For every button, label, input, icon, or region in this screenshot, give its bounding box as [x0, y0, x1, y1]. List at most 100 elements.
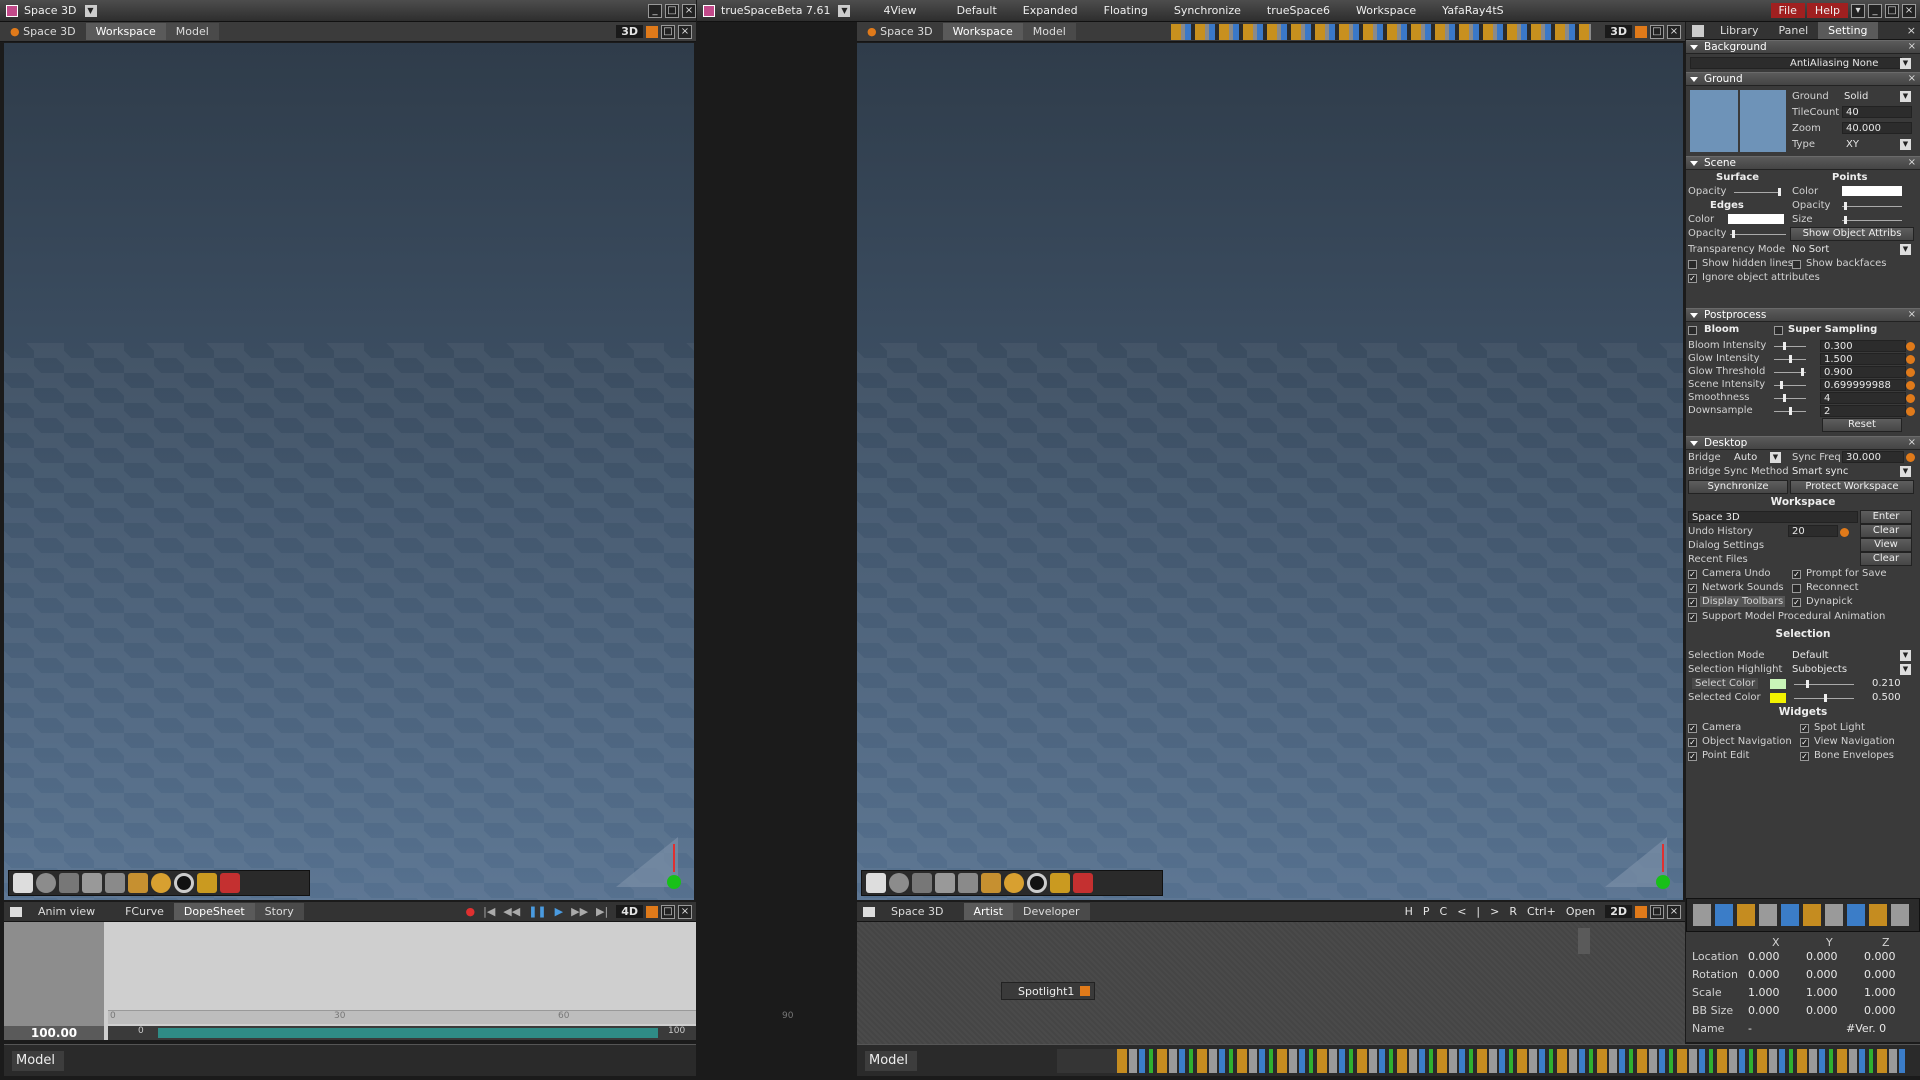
super-sampling-checkbox[interactable]: [1774, 326, 1783, 335]
slider-knob[interactable]: [1789, 407, 1792, 415]
le-btn-bar[interactable]: |: [1476, 905, 1480, 918]
slider-knob[interactable]: [1844, 216, 1847, 224]
tab-anim-view[interactable]: Anim view: [28, 903, 105, 920]
node-port-icon[interactable]: [1080, 986, 1090, 996]
name-value[interactable]: #Ver. 0: [1846, 1022, 1886, 1035]
type-value[interactable]: XY: [1846, 139, 1859, 150]
menu-synchronize[interactable]: Synchronize: [1161, 4, 1254, 17]
synchronize-button[interactable]: Synchronize: [1688, 480, 1788, 494]
spot-light-widget-checkbox[interactable]: ✓: [1800, 724, 1809, 733]
le-btn-p[interactable]: P: [1423, 905, 1430, 918]
tab-library[interactable]: Library: [1710, 22, 1768, 39]
rewind-icon[interactable]: ◀◀: [503, 905, 520, 918]
le-btn-open[interactable]: Open: [1566, 905, 1595, 918]
torus-icon[interactable]: [174, 873, 194, 893]
chevron-down-icon[interactable]: ▼: [1770, 452, 1781, 463]
close-icon[interactable]: ×: [1902, 3, 1916, 18]
tab-story[interactable]: Story: [254, 903, 304, 920]
show-object-attribs-button[interactable]: Show Object Attribs: [1790, 227, 1914, 241]
points-color-swatch[interactable]: [1842, 186, 1902, 196]
ground-color-swatch[interactable]: [1740, 90, 1786, 152]
axis-gizmo[interactable]: [606, 822, 686, 892]
spinner-icon[interactable]: [1906, 407, 1915, 416]
camera-undo-checkbox[interactable]: ✓: [1688, 570, 1697, 579]
light-icon[interactable]: [197, 873, 217, 893]
close-icon[interactable]: ×: [1908, 309, 1916, 320]
section-postprocess[interactable]: Postprocess ×: [1686, 308, 1920, 322]
tab-artist[interactable]: Artist: [963, 903, 1013, 920]
spinner-icon[interactable]: [1906, 381, 1915, 390]
view-mode-badge[interactable]: 3D: [616, 25, 643, 38]
cube-icon[interactable]: [59, 873, 79, 893]
transform-x[interactable]: 0.000: [1748, 968, 1780, 981]
transform-y[interactable]: 0.000: [1806, 1004, 1838, 1017]
slider-knob[interactable]: [1806, 680, 1809, 688]
le-btn-ctrl[interactable]: Ctrl+: [1527, 905, 1556, 918]
bottom-tool-strip[interactable]: [1117, 1049, 1907, 1073]
dopesheet-area[interactable]: 100.00 0 30 60 90 0 100: [4, 922, 793, 1040]
chevron-down-icon[interactable]: ▼: [1900, 58, 1911, 69]
chevron-down-icon[interactable]: ▼: [1900, 650, 1911, 661]
pp-field[interactable]: [1820, 405, 1906, 417]
section-background[interactable]: Background ×: [1686, 40, 1920, 54]
transform-z[interactable]: 0.000: [1864, 968, 1896, 981]
cube-icon[interactable]: [912, 873, 932, 893]
bloom-checkbox[interactable]: [1688, 326, 1697, 335]
show-hidden-lines-checkbox[interactable]: [1688, 260, 1697, 269]
right-3d-viewport[interactable]: [857, 43, 1683, 900]
transform-y[interactable]: 0.000: [1806, 968, 1838, 981]
close-icon[interactable]: ×: [682, 3, 696, 18]
maximize-icon[interactable]: □: [1885, 3, 1899, 18]
reconnect-checkbox[interactable]: [1792, 584, 1801, 593]
select-tool-icon[interactable]: [866, 873, 886, 893]
maximize-icon[interactable]: □: [661, 904, 675, 919]
material-icon[interactable]: [151, 873, 171, 893]
transparency-mode-value[interactable]: No Sort: [1792, 244, 1829, 255]
tab-workspace[interactable]: Workspace: [85, 23, 166, 40]
edges-opacity-slider[interactable]: [1730, 234, 1786, 235]
tab-panel[interactable]: Panel: [1768, 22, 1818, 39]
points-opacity-slider[interactable]: [1842, 206, 1902, 207]
render-icon[interactable]: [1073, 873, 1093, 893]
point-edit-checkbox[interactable]: ✓: [1688, 752, 1697, 761]
play-icon[interactable]: ▶: [555, 905, 563, 918]
transform-z[interactable]: 0.000: [1864, 950, 1896, 963]
object-navigation-checkbox[interactable]: ✓: [1688, 738, 1697, 747]
time-ruler[interactable]: 0 30 60 90: [108, 1010, 793, 1024]
select-color-swatch[interactable]: [1770, 679, 1786, 689]
close-icon[interactable]: ×: [678, 24, 692, 39]
close-icon[interactable]: ×: [1908, 41, 1916, 52]
sphere-icon[interactable]: [36, 873, 56, 893]
slider-knob[interactable]: [1732, 230, 1735, 238]
orange-flag-icon[interactable]: [646, 25, 658, 38]
tab-setting[interactable]: Setting: [1818, 22, 1878, 39]
close-icon[interactable]: ×: [1908, 157, 1916, 168]
menu-expanded[interactable]: Expanded: [1010, 4, 1091, 17]
render-icon[interactable]: [220, 873, 240, 893]
network-sounds-checkbox[interactable]: ✓: [1688, 584, 1697, 593]
slider-knob[interactable]: [1783, 394, 1786, 402]
pp-slider[interactable]: [1774, 346, 1806, 347]
extrude-icon[interactable]: [958, 873, 978, 893]
bone-envelopes-checkbox[interactable]: ✓: [1800, 752, 1809, 761]
ground-color-swatch[interactable]: [1690, 90, 1738, 152]
orange-flag-icon[interactable]: [1635, 905, 1647, 918]
chevron-down-icon[interactable]: ▼: [84, 4, 97, 17]
points-size-slider[interactable]: [1842, 220, 1902, 221]
spinner-icon[interactable]: [1906, 453, 1915, 462]
slider-knob[interactable]: [1844, 202, 1847, 210]
transform-z[interactable]: 0.000: [1864, 1004, 1896, 1017]
chevron-down-icon[interactable]: ▼: [1900, 244, 1911, 255]
minimize-icon[interactable]: _: [648, 3, 662, 18]
close-icon[interactable]: ×: [1908, 437, 1916, 448]
chevron-down-icon[interactable]: ▼: [838, 4, 851, 17]
clear-button[interactable]: Clear: [1860, 524, 1912, 538]
slider-knob[interactable]: [1801, 368, 1804, 376]
spinner-icon[interactable]: [1906, 368, 1915, 377]
transform-z[interactable]: 1.000: [1864, 986, 1896, 999]
view-mode-badge[interactable]: 3D: [1605, 25, 1632, 38]
pp-slider[interactable]: [1774, 398, 1806, 399]
dynapick-checkbox[interactable]: ✓: [1792, 598, 1801, 607]
transform-y[interactable]: 1.000: [1806, 986, 1838, 999]
tab-workspace[interactable]: Workspace: [942, 23, 1023, 40]
